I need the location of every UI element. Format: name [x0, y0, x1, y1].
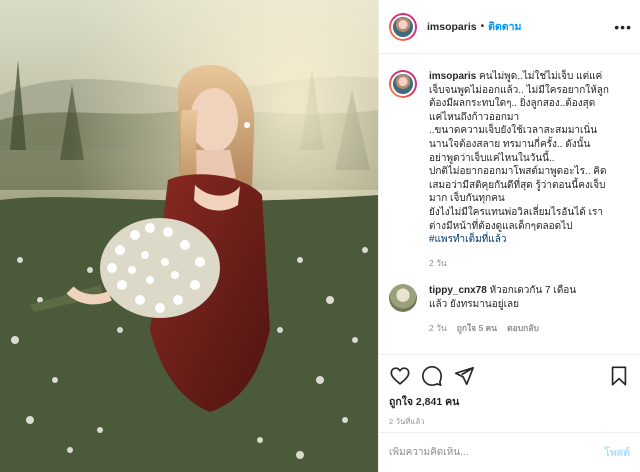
share-icon[interactable] — [453, 365, 475, 387]
heart-icon[interactable] — [389, 365, 411, 387]
post-photo[interactable] — [0, 0, 378, 472]
commenter-username[interactable]: tippy_cnx78 — [429, 285, 487, 296]
caption-body: imsoparis คนไม่พูด..ไม่ใช่ไม่เจ็บ แต่แค่… — [429, 70, 623, 270]
comment-body: tippy_cnx78 หัวอกเดวกัน 7 เดือน แล้ว ยัง… — [429, 284, 619, 335]
follow-button[interactable]: ติดตาม — [488, 18, 521, 35]
likes-count[interactable]: ถูกใจ 2,841 คน — [389, 393, 630, 410]
more-options-icon[interactable]: ••• — [614, 19, 632, 35]
caption-timestamp[interactable]: 2 วัน — [429, 257, 623, 271]
caption-line: ยังไงไม่มีใครแทนพ่อวิลเลี่ยมไรอันได้ เรา — [429, 206, 603, 218]
comments-section[interactable]: imsoparis คนไม่พูด..ไม่ใช่ไม่เจ็บ แต่แค่… — [379, 54, 640, 354]
comment-text: หัวอกเดวกัน 7 เดือน — [489, 285, 577, 297]
caption-line: เสมอว่ามีสติคุยกันดีที่สุด รู้ว่าตอนนี้ค… — [429, 179, 606, 191]
comment-likes[interactable]: ถูกใจ 5 คน — [457, 322, 497, 336]
post-timestamp[interactable]: 2 วันที่แล้ว — [389, 416, 630, 428]
post-header: imsoparis • ติดตาม ••• — [379, 0, 640, 54]
reply-button[interactable]: ตอบกลับ — [507, 322, 539, 336]
caption-line: มาก เจ็บกันทุกคน — [429, 193, 505, 205]
add-comment-bar: โพสต์ — [379, 432, 640, 472]
action-bar: ถูกใจ 2,841 คน 2 วันที่แล้ว — [379, 354, 640, 432]
hashtag-link[interactable]: #แพรทำเต็มที่แล้ว — [429, 233, 623, 247]
action-icons — [389, 363, 630, 389]
comment-meta: 2 วัน ถูกใจ 5 คน ตอบกลับ — [429, 322, 619, 336]
instagram-post: imsoparis • ติดตาม ••• imsoparis คนไม่พู… — [0, 0, 640, 472]
caption-username[interactable]: imsoparis — [429, 71, 476, 82]
avatar-image — [391, 72, 415, 96]
commenter-avatar[interactable] — [389, 284, 417, 313]
caption-avatar[interactable] — [389, 70, 417, 98]
caption-line: นานใจต้องสลาย ทรมานกี่ครั้ง.. ดังนั้น — [429, 138, 591, 150]
bookmark-icon[interactable] — [608, 365, 630, 387]
separator-dot: • — [480, 21, 485, 32]
caption-line: เจ็บจนพูดไม่ออกแล้ว.. ไม่มีใครอยากให้ลูก — [429, 84, 609, 96]
caption-line: ..ขนาดความเจ็บยังใช้เวลาสะสมมาเนิ่น — [429, 125, 598, 137]
avatar-image — [391, 14, 415, 39]
comment-item: tippy_cnx78 หัวอกเดวกัน 7 เดือน แล้ว ยัง… — [389, 284, 630, 335]
caption-line: อย่าพูดว่าเจ็บแค่ไหนในวันนี้.. — [429, 152, 555, 164]
caption-line: ต้องมีผลกระทบใดๆ.. ยิ่งลูกสอง..ต้องสุด — [429, 98, 596, 110]
avatar[interactable] — [389, 12, 417, 41]
photo-woman-in-flower-field — [0, 0, 378, 472]
comment-input[interactable] — [389, 447, 605, 458]
caption-line: ต่างมีหน้าที่ต้องดูแลเด็กๆตลอดไป — [429, 220, 573, 232]
caption-line: ปกติไม่อยากออกมาโพสต์มาพูดอะไร.. คิด — [429, 166, 607, 178]
comment-icon[interactable] — [421, 365, 443, 387]
comment-timestamp[interactable]: 2 วัน — [429, 322, 447, 336]
caption-line: แค่ไหนถึงก้าวออกมา — [429, 111, 520, 123]
caption-line: คนไม่พูด..ไม่ใช่ไม่เจ็บ แต่แค่ — [479, 71, 603, 82]
post-panel: imsoparis • ติดตาม ••• imsoparis คนไม่พู… — [378, 0, 640, 472]
caption: imsoparis คนไม่พูด..ไม่ใช่ไม่เจ็บ แต่แค่… — [389, 70, 630, 270]
post-comment-button[interactable]: โพสต์ — [604, 444, 630, 461]
comment-text: แล้ว ยังทรมานอยู่เลย — [429, 298, 519, 310]
header-username[interactable]: imsoparis — [427, 21, 477, 33]
